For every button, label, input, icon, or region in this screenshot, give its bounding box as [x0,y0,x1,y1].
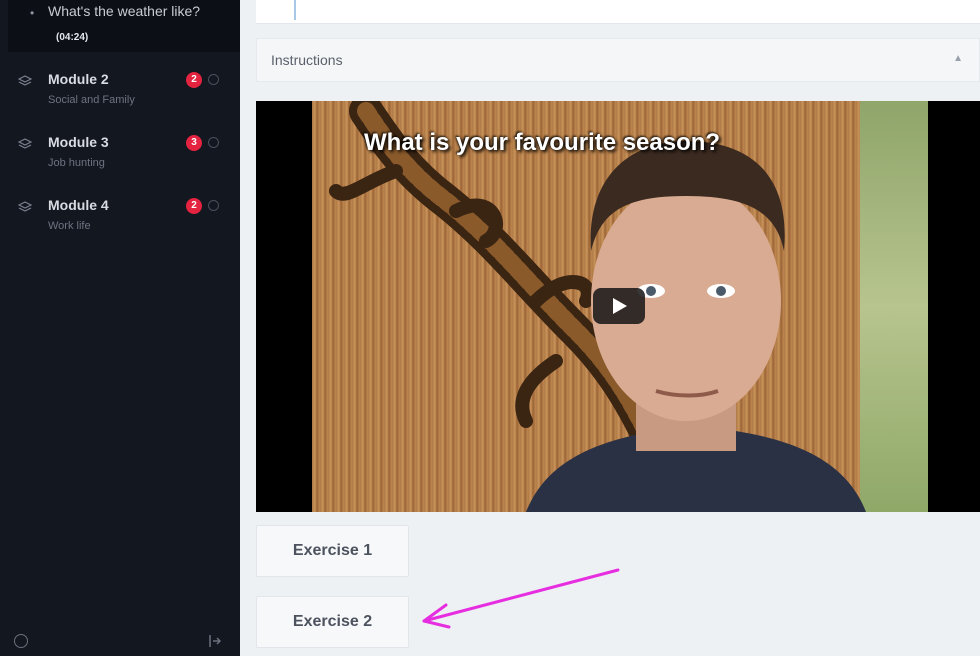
module-title: Module 4 [48,197,109,213]
exercise-1-button[interactable]: Exercise 1 [256,525,409,577]
progress-ring-icon [208,137,219,148]
layers-icon [17,200,34,214]
lesson-title: What's the weather like? [48,3,201,19]
progress-ring-icon [208,200,219,211]
video-frame-plant [860,101,928,512]
lesson-duration: (04:24) [56,32,89,43]
module-item-3[interactable]: Module 3 Job hunting 3 [0,129,240,185]
notification-badge: 2 [186,72,202,88]
progress-ring-icon [208,74,219,85]
presenter-image [526,141,866,512]
module-title: Module 2 [48,71,109,87]
sidebar: • What's the weather like? (04:24) Modul… [0,0,240,656]
video-caption: What is your favourite season? [364,129,721,156]
main-content: Instructions ▲ What is your favourite se… [240,0,980,656]
module-item-2[interactable]: Module 2 Social and Family 2 [0,66,240,122]
module-subtitle: Job hunting [48,157,105,169]
current-lesson-item[interactable]: • What's the weather like? (04:24) [8,0,240,52]
play-button[interactable] [593,288,645,324]
text-cursor [294,0,296,20]
instructions-label: Instructions [271,52,343,68]
layers-icon [17,137,34,151]
layers-icon [17,74,34,88]
module-subtitle: Social and Family [48,94,135,106]
bullet-icon: • [30,6,35,20]
exit-icon[interactable] [208,634,222,648]
notification-badge: 2 [186,198,202,214]
module-item-4[interactable]: Module 4 Work life 2 [0,192,240,248]
chevron-up-icon[interactable]: ▲ [953,53,963,64]
clock-icon[interactable] [14,634,28,648]
text-editor-card[interactable] [256,0,980,24]
video-player[interactable]: What is your favourite season? [256,101,980,512]
exercise-2-button[interactable]: Exercise 2 [256,596,409,648]
instructions-panel-header[interactable]: Instructions ▲ [256,38,980,82]
module-title: Module 3 [48,134,109,150]
module-subtitle: Work life [48,220,91,232]
notification-badge: 3 [186,135,202,151]
